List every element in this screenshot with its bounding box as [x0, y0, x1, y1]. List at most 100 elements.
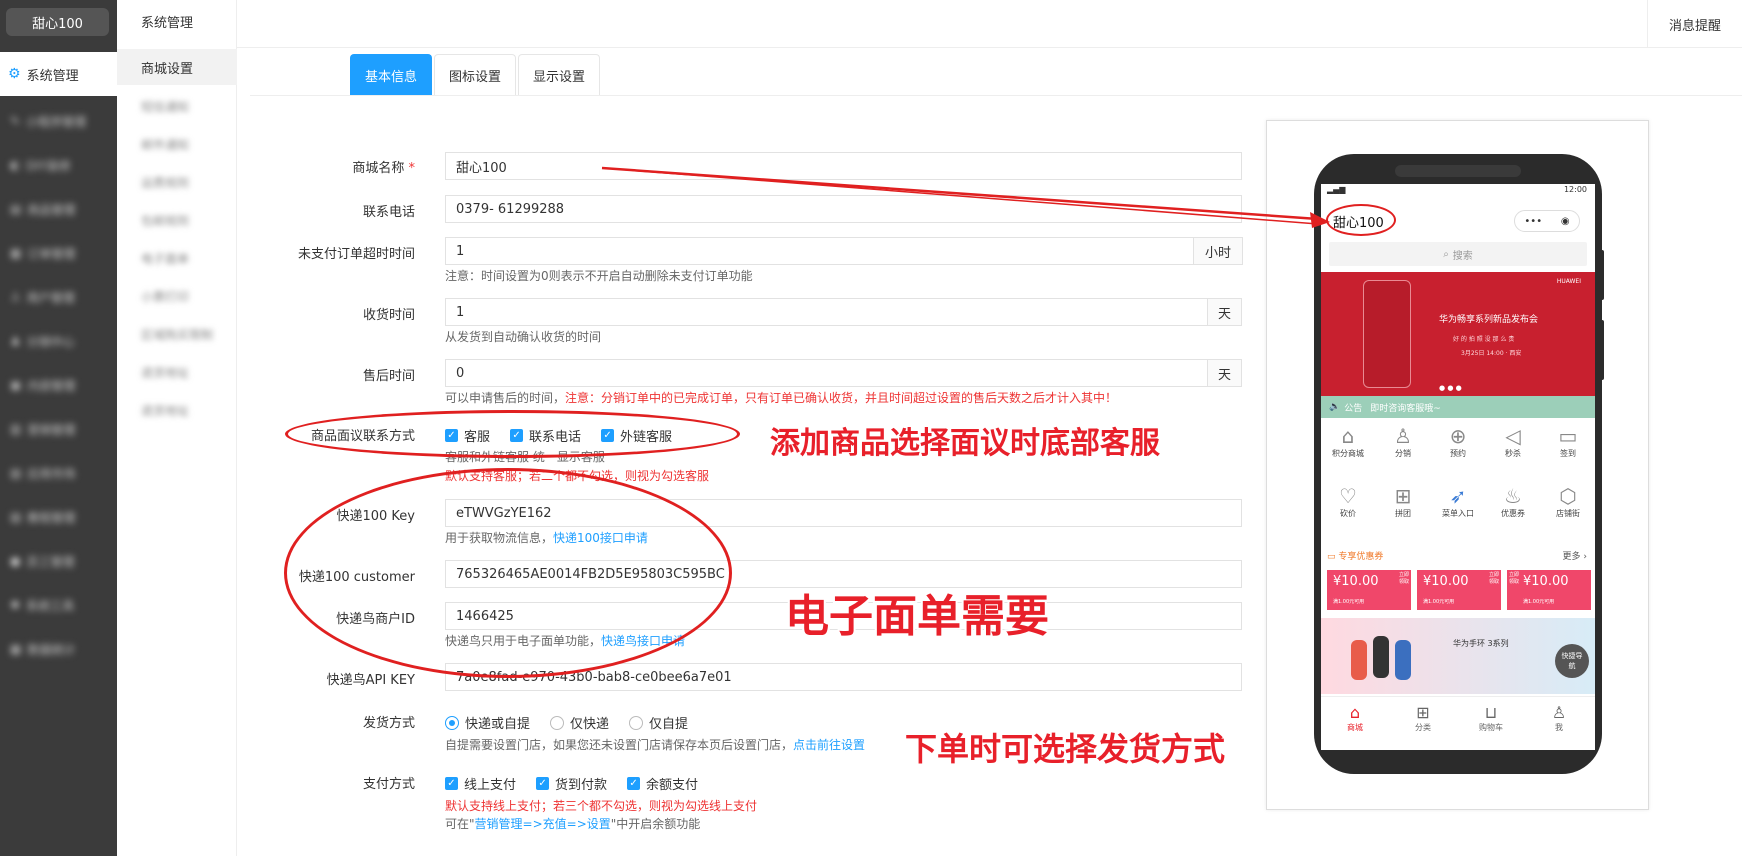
- sidebar: 甜心100 ⚙ 系统管理 ✎ 小程序管理 ◐ DIY装修 ▤ 商品管理 ▦ 订单管理 ♙…: [0, 0, 117, 856]
- sidebar-item-orders[interactable]: ▦ 订单管理: [0, 242, 117, 264]
- unpaid-timeout-input[interactable]: 1: [445, 237, 1194, 265]
- delivery-label: 发货方式: [362, 716, 415, 731]
- checkbox-cash-on-delivery[interactable]: ✓ 货到付款: [536, 774, 607, 793]
- subnav-item[interactable]: 邮件通知: [141, 136, 231, 153]
- sidebar-item-tools[interactable]: ✱ 系统工具: [0, 594, 117, 616]
- receive-time-input[interactable]: 1: [445, 298, 1208, 326]
- user-icon: ♙: [10, 290, 21, 304]
- close-circle-icon[interactable]: ◉: [1561, 216, 1570, 227]
- receive-time-label: 收货时间: [362, 308, 415, 323]
- checkbox-balance-payment[interactable]: ✓ 余额支付: [627, 774, 698, 793]
- subnav-item[interactable]: 区域购买限制: [141, 326, 231, 343]
- coupon-card[interactable]: ¥10.00 满1.00元可用 立即领取: [1417, 570, 1501, 610]
- radio-express-only[interactable]: 仅快递: [550, 713, 609, 732]
- phone-ad-banner[interactable]: 华为手环 3系列 快捷导航: [1321, 618, 1595, 694]
- sidebar-item-apps[interactable]: ▧ 应用市场: [0, 462, 117, 484]
- phone-tab-me[interactable]: ♙ 我: [1525, 703, 1593, 733]
- sidebar-item-tutorial[interactable]: ▨ 教程管理: [0, 506, 117, 528]
- subnav-item-shop-settings[interactable]: 商城设置: [117, 49, 237, 85]
- tab-basic-info[interactable]: 基本信息: [350, 54, 433, 96]
- subnav-item[interactable]: 短信通知: [141, 98, 231, 115]
- recharge-settings-link[interactable]: 营销管理=>充值=>设置: [475, 817, 611, 831]
- banner-date: 3月25日 14:00 · 西安: [1461, 350, 1522, 357]
- coupon-card[interactable]: ¥10.00 满1.00元可用 立即领取: [1327, 570, 1411, 610]
- sidebar-item-goods[interactable]: ▤ 商品管理: [0, 198, 117, 220]
- phone-tab-cart[interactable]: ⊔ 购物车: [1457, 703, 1525, 733]
- annotation-waybill: 电子面单需要: [785, 591, 1049, 642]
- checkbox-online-payment[interactable]: ✓ 线上支付: [445, 774, 516, 793]
- coupon-section-title: ▭ 专享优惠券: [1327, 552, 1384, 562]
- unpaid-timeout-label: 未支付订单超时时间: [297, 247, 415, 262]
- tab-display-settings[interactable]: 显示设置: [518, 54, 601, 96]
- phone-tab-mall[interactable]: ⌂ 商城: [1321, 703, 1389, 733]
- subnav-item[interactable]: 退货地址: [141, 402, 231, 419]
- sidebar-item-distribution[interactable]: ♟ 分销中心: [0, 330, 117, 352]
- cart-icon: ⊔: [1484, 703, 1498, 722]
- annotation-delivery: 下单时可选择发货方式: [905, 730, 1226, 768]
- radio-pickup-only[interactable]: 仅自提: [629, 713, 688, 732]
- signal-icon: ▂▄▆: [1327, 185, 1346, 194]
- sidebar-item-system[interactable]: ⚙ 系统管理: [0, 52, 117, 96]
- phone-input[interactable]: 0379- 61299288: [445, 195, 1242, 223]
- subnav-item[interactable]: 包邮规则: [141, 212, 231, 229]
- rocket-icon: ➶: [1449, 484, 1467, 508]
- bag-icon: ▤: [10, 202, 22, 216]
- grid-item-group[interactable]: ⊞ 拼团: [1376, 484, 1430, 519]
- radio-express-or-pickup[interactable]: 快递或自提: [445, 713, 530, 732]
- subnav-item[interactable]: 小票打印: [141, 288, 231, 305]
- check-icon: ✓: [627, 777, 641, 790]
- sidebar-item-marketing[interactable]: ▥ 营销管理: [0, 418, 117, 440]
- subnav-title: 系统管理: [141, 16, 194, 31]
- shop-name-input[interactable]: 甜心100: [445, 152, 1242, 180]
- quick-nav-button[interactable]: 快捷导航: [1555, 644, 1589, 678]
- grid-item-booking[interactable]: ⊕ 预约: [1431, 424, 1485, 459]
- subnav-item[interactable]: 电子面单: [141, 250, 231, 267]
- subnav-item[interactable]: 退货地址: [141, 364, 231, 381]
- sidebar-item-diy[interactable]: ◐ DIY装修: [0, 154, 117, 176]
- unit-days: 天: [1207, 359, 1242, 387]
- phone-notice-bar[interactable]: 🔈 公告 即时咨询客服哦~: [1321, 396, 1595, 418]
- tab-bar: 基本信息 图标设置 显示设置: [350, 54, 602, 96]
- message-reminder-button[interactable]: 消息提醒: [1647, 0, 1742, 48]
- miniapp-capsule[interactable]: ••• ◉: [1514, 210, 1580, 232]
- phone-banner[interactable]: HUAWEI 华为畅享系列新品发布会 好 的 拍 照 没 那 么 贵 3月25日…: [1321, 272, 1595, 396]
- goto-settings-link[interactable]: 点击前往设置: [793, 738, 865, 752]
- payment-options: ✓ 线上支付 ✓ 货到付款 ✓ 余额支付: [445, 774, 718, 793]
- order-icon: ▦: [10, 246, 22, 260]
- pencil-icon: ✎: [10, 114, 21, 128]
- coupon-card[interactable]: ¥10.00 满1.00元可用 立即领取: [1507, 570, 1591, 610]
- phone-search-bar[interactable]: ⌕ 搜索: [1329, 242, 1587, 266]
- tab-icon-settings[interactable]: 图标设置: [434, 54, 517, 96]
- flame-icon: ♨: [1504, 484, 1522, 508]
- chart-icon: ▩: [10, 642, 22, 656]
- check-icon: ✓: [536, 777, 550, 790]
- payment-default-note: 默认支持线上支付；若三个都不勾选，则视为勾选线上支付: [445, 799, 758, 813]
- phone-side-button: [1600, 250, 1604, 300]
- grid-item-distribution[interactable]: ♙ 分销: [1376, 424, 1430, 459]
- marketing-icon: ▥: [10, 422, 22, 436]
- grid-item-points-mall[interactable]: ⌂ 积分商城: [1321, 424, 1375, 459]
- grid-item-flash-sale[interactable]: ◁ 秒杀: [1486, 424, 1540, 459]
- subnav-item[interactable]: 运费规则: [141, 174, 231, 191]
- person-icon: ♙: [1394, 424, 1412, 448]
- grid-item-checkin[interactable]: ▭ 签到: [1541, 424, 1595, 459]
- sidebar-item-content[interactable]: ▣ 内容管理: [0, 374, 117, 396]
- sidebar-item-miniapp[interactable]: ✎ 小程序管理: [0, 110, 117, 132]
- more-icon[interactable]: •••: [1524, 216, 1542, 227]
- share-icon: ♟: [10, 334, 21, 348]
- grid-item-store-street[interactable]: ⬡ 店铺街: [1541, 484, 1595, 519]
- grid-item-menu-entry[interactable]: ➶ 菜单入口: [1431, 484, 1485, 519]
- sidebar-item-staff[interactable]: ● 员工管理: [0, 550, 117, 572]
- hexagon-icon: ⬡: [1559, 484, 1577, 508]
- sidebar-item-stats[interactable]: ▩ 数据统计: [0, 638, 117, 660]
- sidebar-item-users[interactable]: ♙ 用户管理: [0, 286, 117, 308]
- aftersale-time-input[interactable]: 0: [445, 359, 1208, 387]
- phone-tab-category[interactable]: ⊞ 分类: [1389, 703, 1457, 733]
- banner-dots: ● ● ●: [1439, 384, 1462, 392]
- grid-item-coupon[interactable]: ♨ 优惠券: [1486, 484, 1540, 519]
- coupon-more-link[interactable]: 更多 ›: [1563, 549, 1587, 562]
- radio-icon: [629, 715, 644, 730]
- apps-icon: ▧: [10, 466, 22, 480]
- phone-status-bar: ▂▄▆ 12:00: [1321, 184, 1595, 196]
- grid-item-bargain[interactable]: ♡ 砍价: [1321, 484, 1375, 519]
